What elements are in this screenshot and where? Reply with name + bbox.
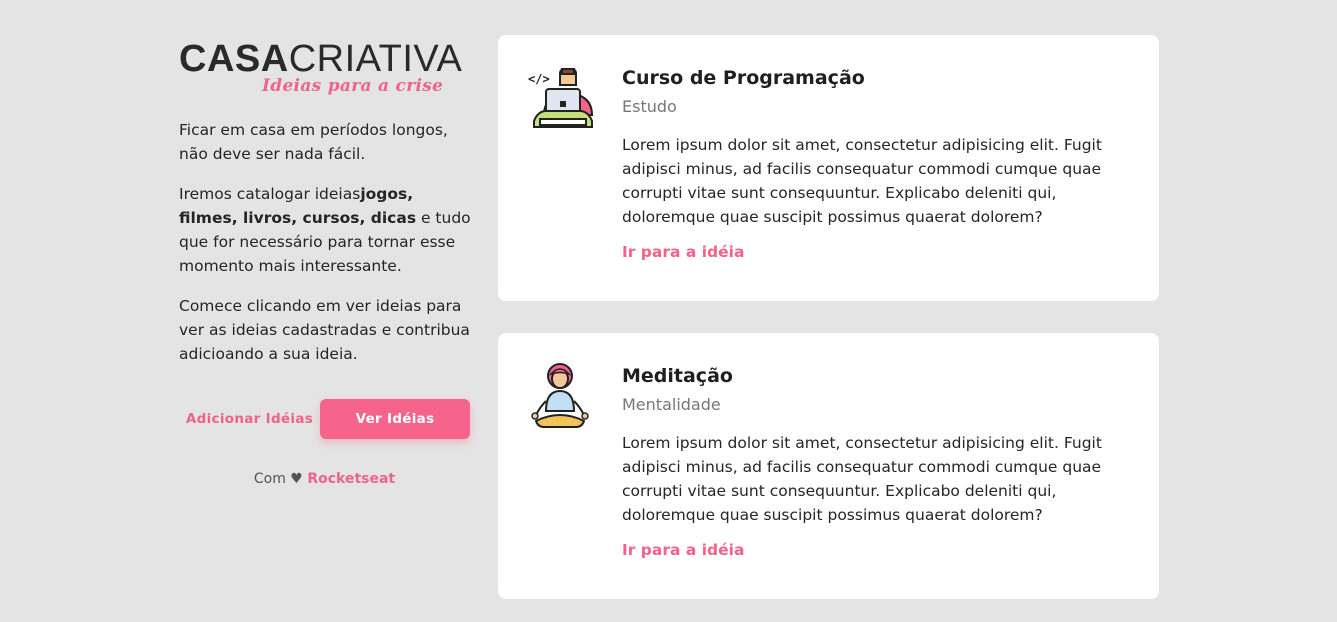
meditation-person-icon (526, 361, 596, 431)
idea-card: </> Curso de Programação Estudo Lorem ip… (498, 35, 1159, 301)
card-title: Meditação (622, 365, 733, 387)
card-description: Lorem ipsum dolor sit amet, consectetur … (622, 136, 1102, 226)
actions: Adicionar Idéias Ver Idéias (179, 399, 470, 439)
logo-tagline: Ideias para a crise (262, 76, 444, 96)
card-body: Meditação Mentalidade Lorem ipsum dolor … (622, 363, 1132, 559)
card-body: Curso de Programação Estudo Lorem ipsum … (622, 65, 1132, 261)
card-title: Curso de Programação (622, 67, 865, 89)
logo-wordmark: CASACRIATIVA (179, 40, 462, 78)
sidebar: CASACRIATIVA Ideias para a crise Ficar e… (179, 40, 479, 487)
see-ideas-button[interactable]: Ver Idéias (320, 399, 470, 439)
credit-brand: Rocketseat (307, 471, 396, 487)
add-idea-link[interactable]: Adicionar Idéias (179, 411, 320, 427)
intro-text: Ficar em casa em períodos longos, não de… (179, 118, 479, 366)
intro-p2-before: Iremos catalogar ideias (179, 185, 361, 203)
intro-paragraph-1: Ficar em casa em períodos longos, não de… (179, 121, 448, 163)
logo-part-casa: CASA (179, 38, 289, 80)
credit: Com ♥ Rocketseat (179, 471, 470, 487)
go-to-idea-link[interactable]: Ir para a idéia (622, 243, 744, 261)
logo: CASACRIATIVA Ideias para a crise (179, 40, 471, 100)
card-category: Estudo (622, 97, 677, 116)
go-to-idea-link[interactable]: Ir para a idéia (622, 541, 744, 559)
card-category: Mentalidade (622, 395, 721, 414)
credit-prefix: Com ♥ (253, 471, 308, 487)
logo-part-criativa: CRIATIVA (288, 38, 463, 80)
intro-paragraph-3: Comece clicando em ver ideias para ver a… (179, 297, 470, 363)
svg-text:</>: </> (528, 72, 550, 86)
idea-card: Meditação Mentalidade Lorem ipsum dolor … (498, 333, 1159, 599)
programmer-laptop-icon: </> (526, 63, 596, 133)
intro-paragraph-2: Iremos catalogar ideiasjogos, filmes, li… (179, 182, 475, 278)
card-description: Lorem ipsum dolor sit amet, consectetur … (622, 434, 1102, 524)
